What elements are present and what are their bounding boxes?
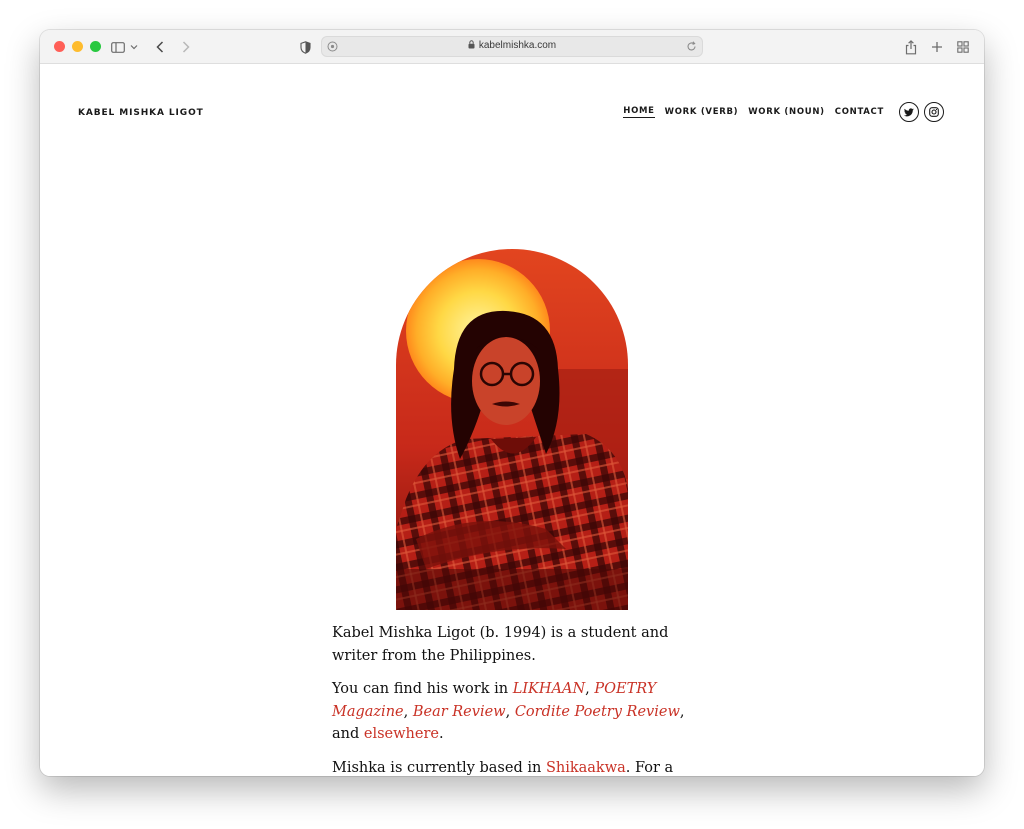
share-button[interactable]: [904, 36, 918, 58]
forward-button[interactable]: [178, 36, 194, 58]
window-controls: [54, 41, 101, 52]
shield-icon: [299, 40, 311, 54]
plus-icon: [932, 42, 942, 52]
twitter-icon: [904, 107, 914, 116]
reload-icon[interactable]: [686, 41, 697, 52]
share-icon: [905, 39, 917, 54]
tab-overview-button[interactable]: [956, 36, 970, 58]
link-bear-review[interactable]: Bear Review: [413, 704, 506, 720]
bio-text-span: ,: [505, 703, 515, 720]
sidebar-toggle-button[interactable]: [110, 36, 126, 58]
link-likhaan[interactable]: LIKHAAN: [513, 681, 585, 697]
privacy-report-button[interactable]: [298, 36, 312, 58]
twitter-link[interactable]: [899, 102, 919, 122]
portrait-photo: [396, 249, 628, 610]
main-nav: HOME WORK (VERB) WORK (NOUN) CONTACT: [623, 102, 944, 122]
lock-icon: [468, 40, 475, 49]
browser-window: kabelmishka.com KABEL MISHKA LIGOT HOME …: [40, 30, 984, 776]
bio-text-span: You can find his work in: [332, 681, 513, 697]
chevron-left-icon: [156, 41, 164, 53]
link-elsewhere[interactable]: elsewhere: [364, 726, 439, 742]
bio-text: Kabel Mishka Ligot (b. 1994) is a studen…: [332, 622, 694, 776]
minimize-button[interactable]: [72, 41, 83, 52]
sidebar-icon: [111, 41, 125, 53]
close-button[interactable]: [54, 41, 65, 52]
nav-item-contact[interactable]: CONTACT: [835, 107, 884, 118]
chevron-right-icon: [182, 41, 190, 53]
zoom-button[interactable]: [90, 41, 101, 52]
browser-toolbar: kabelmishka.com: [40, 30, 984, 64]
url-label: kabelmishka.com: [478, 40, 557, 51]
link-shikaakwa[interactable]: Shikaakwa: [546, 760, 626, 776]
nav-item-work-noun[interactable]: WORK (NOUN): [748, 107, 825, 118]
instagram-icon: [929, 107, 939, 117]
bio-paragraph-1: Kabel Mishka Ligot (b. 1994) is a studen…: [332, 625, 669, 664]
bio-text-span: .: [438, 726, 444, 742]
url-text: kabelmishka.com: [322, 40, 702, 51]
bio-paragraph-2: You can find his work in LIKHAAN, POETRY…: [332, 678, 694, 746]
bio-text-span: ,: [585, 681, 595, 697]
sidebar-menu-button[interactable]: [129, 36, 139, 58]
bio-text-span: ,: [403, 703, 413, 720]
address-bar[interactable]: kabelmishka.com: [321, 36, 703, 57]
bio-paragraph-3: Mishka is currently based in Shikaakwa. …: [332, 757, 694, 777]
tab-grid-icon: [957, 41, 969, 53]
nav-item-work-verb[interactable]: WORK (VERB): [665, 107, 739, 118]
nav-item-home[interactable]: HOME: [623, 106, 655, 118]
instagram-link[interactable]: [924, 102, 944, 122]
bio-text-span: Mishka is currently based in: [332, 759, 546, 776]
site-title[interactable]: KABEL MISHKA LIGOT: [78, 108, 204, 118]
chevron-down-icon: [130, 45, 138, 50]
link-cordite-poetry-review[interactable]: Cordite Poetry Review: [515, 704, 680, 720]
new-tab-button[interactable]: [930, 36, 944, 58]
back-button[interactable]: [152, 36, 168, 58]
web-page: KABEL MISHKA LIGOT HOME WORK (VERB) WORK…: [40, 65, 984, 776]
